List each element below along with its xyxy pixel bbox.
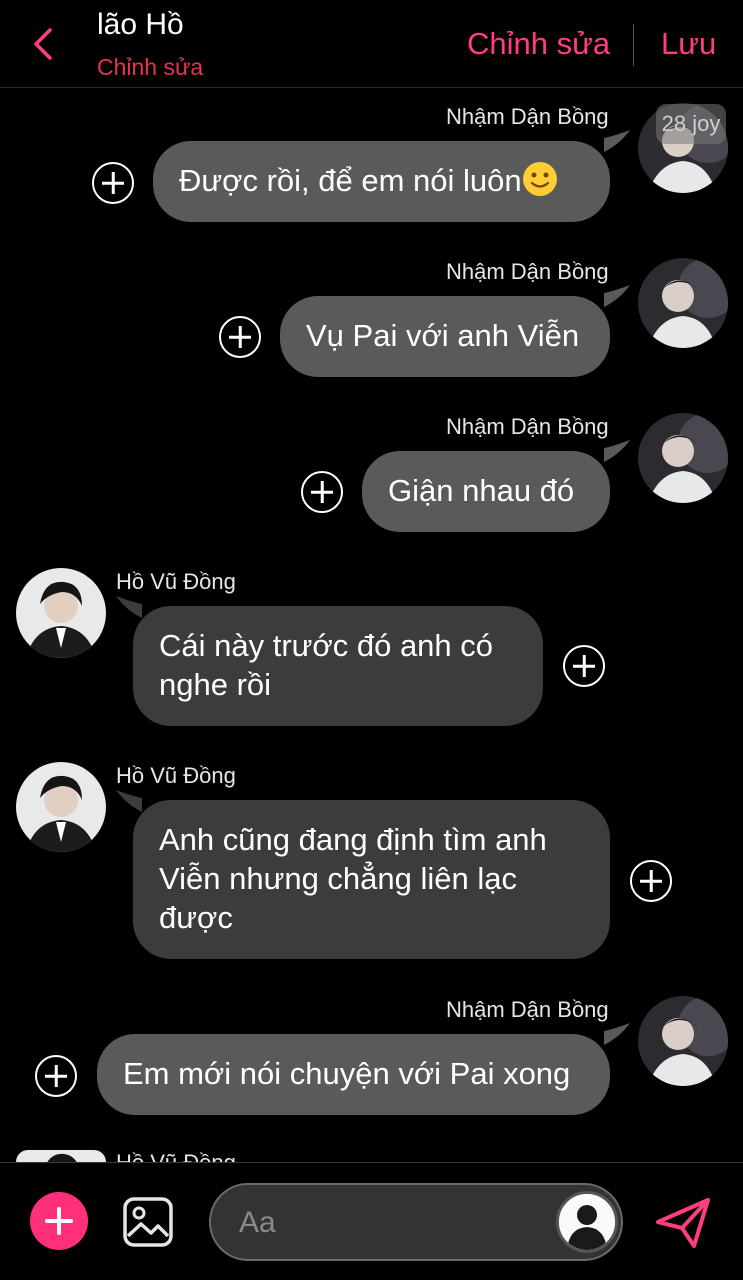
add-reaction-icon[interactable] [563, 645, 605, 687]
bubble-tail [116, 596, 142, 618]
message-text: Được rồi, để em nói luôn [179, 163, 522, 198]
save-button[interactable]: Lưu [661, 26, 716, 62]
message-input[interactable] [239, 1203, 539, 1243]
message-sender: Hồ Vũ Đồng [116, 569, 236, 594]
chat-header: lão Hồ Chỉnh sửa Chỉnh sửa Lưu [0, 0, 743, 88]
edit-button[interactable]: Chỉnh sửa [467, 26, 610, 62]
message-bubble[interactable]: Được rồi, để em nói luôn [153, 141, 610, 222]
avatar-ho-vu-dong[interactable] [16, 1150, 106, 1162]
avatar-ho-vu-dong[interactable] [16, 568, 106, 658]
avatar-ho-vu-dong[interactable] [16, 762, 106, 852]
avatar-nham-dan-bong[interactable] [638, 413, 728, 503]
chat-title: lão Hồ [97, 8, 184, 41]
message-text-line: Cái này trước đó anh có [159, 628, 494, 663]
message-sender: Nhậm Dận Bồng [446, 259, 609, 284]
bubble-tail [604, 440, 630, 462]
message-sender: Nhậm Dận Bồng [446, 104, 609, 129]
slightly-smiling-face-icon [522, 162, 557, 196]
bubble-tail [116, 790, 142, 812]
message-text-line: Viễn nhưng chẳng liên lạc [159, 861, 517, 896]
message-bubble[interactable]: Cái này trước đó anh có nghe rồi [133, 606, 543, 726]
add-reaction-icon[interactable] [92, 162, 134, 204]
message-sender: Nhậm Dận Bồng [446, 997, 609, 1022]
message-bubble[interactable]: Em mới nói chuyện với Pai xong [97, 1034, 610, 1115]
header-divider [633, 24, 634, 66]
message-bubble[interactable]: Giận nhau đó [362, 451, 610, 532]
message-text-line: Anh cũng đang định tìm anh [159, 822, 547, 857]
overlay-badge: 28 joy [656, 104, 726, 144]
message-text: Em mới nói chuyện với Pai xong [123, 1056, 571, 1091]
add-reaction-icon[interactable] [301, 471, 343, 513]
message-sender: Hồ Vũ Đồng [116, 1150, 236, 1162]
add-reaction-icon[interactable] [219, 316, 261, 358]
message-sender: Nhậm Dận Bồng [446, 414, 609, 439]
chat-subtitle[interactable]: Chỉnh sửa [97, 54, 203, 81]
bubble-tail [604, 130, 630, 152]
avatar-nham-dan-bong[interactable] [638, 996, 728, 1086]
add-reaction-icon[interactable] [630, 860, 672, 902]
message-input-wrapper [209, 1183, 623, 1261]
message-sender: Hồ Vũ Đồng [116, 763, 236, 788]
message-text: Giận nhau đó [388, 473, 575, 508]
add-reaction-icon[interactable] [35, 1055, 77, 1097]
back-arrow-icon[interactable] [26, 26, 62, 62]
bubble-tail [604, 285, 630, 307]
bubble-tail [604, 1023, 630, 1045]
message-bubble[interactable]: Vụ Pai với anh Viễn [280, 296, 610, 377]
gallery-icon[interactable] [122, 1196, 174, 1248]
message-text-line: nghe rồi [159, 667, 272, 702]
message-text-line: được [159, 900, 233, 935]
send-icon[interactable] [654, 1196, 712, 1250]
user-avatar-icon[interactable] [556, 1191, 618, 1253]
message-bubble[interactable]: Anh cũng đang định tìm anh Viễn nhưng ch… [133, 800, 610, 959]
add-icon[interactable] [30, 1192, 88, 1250]
avatar-nham-dan-bong[interactable] [638, 258, 728, 348]
message-text: Vụ Pai với anh Viễn [306, 318, 580, 353]
